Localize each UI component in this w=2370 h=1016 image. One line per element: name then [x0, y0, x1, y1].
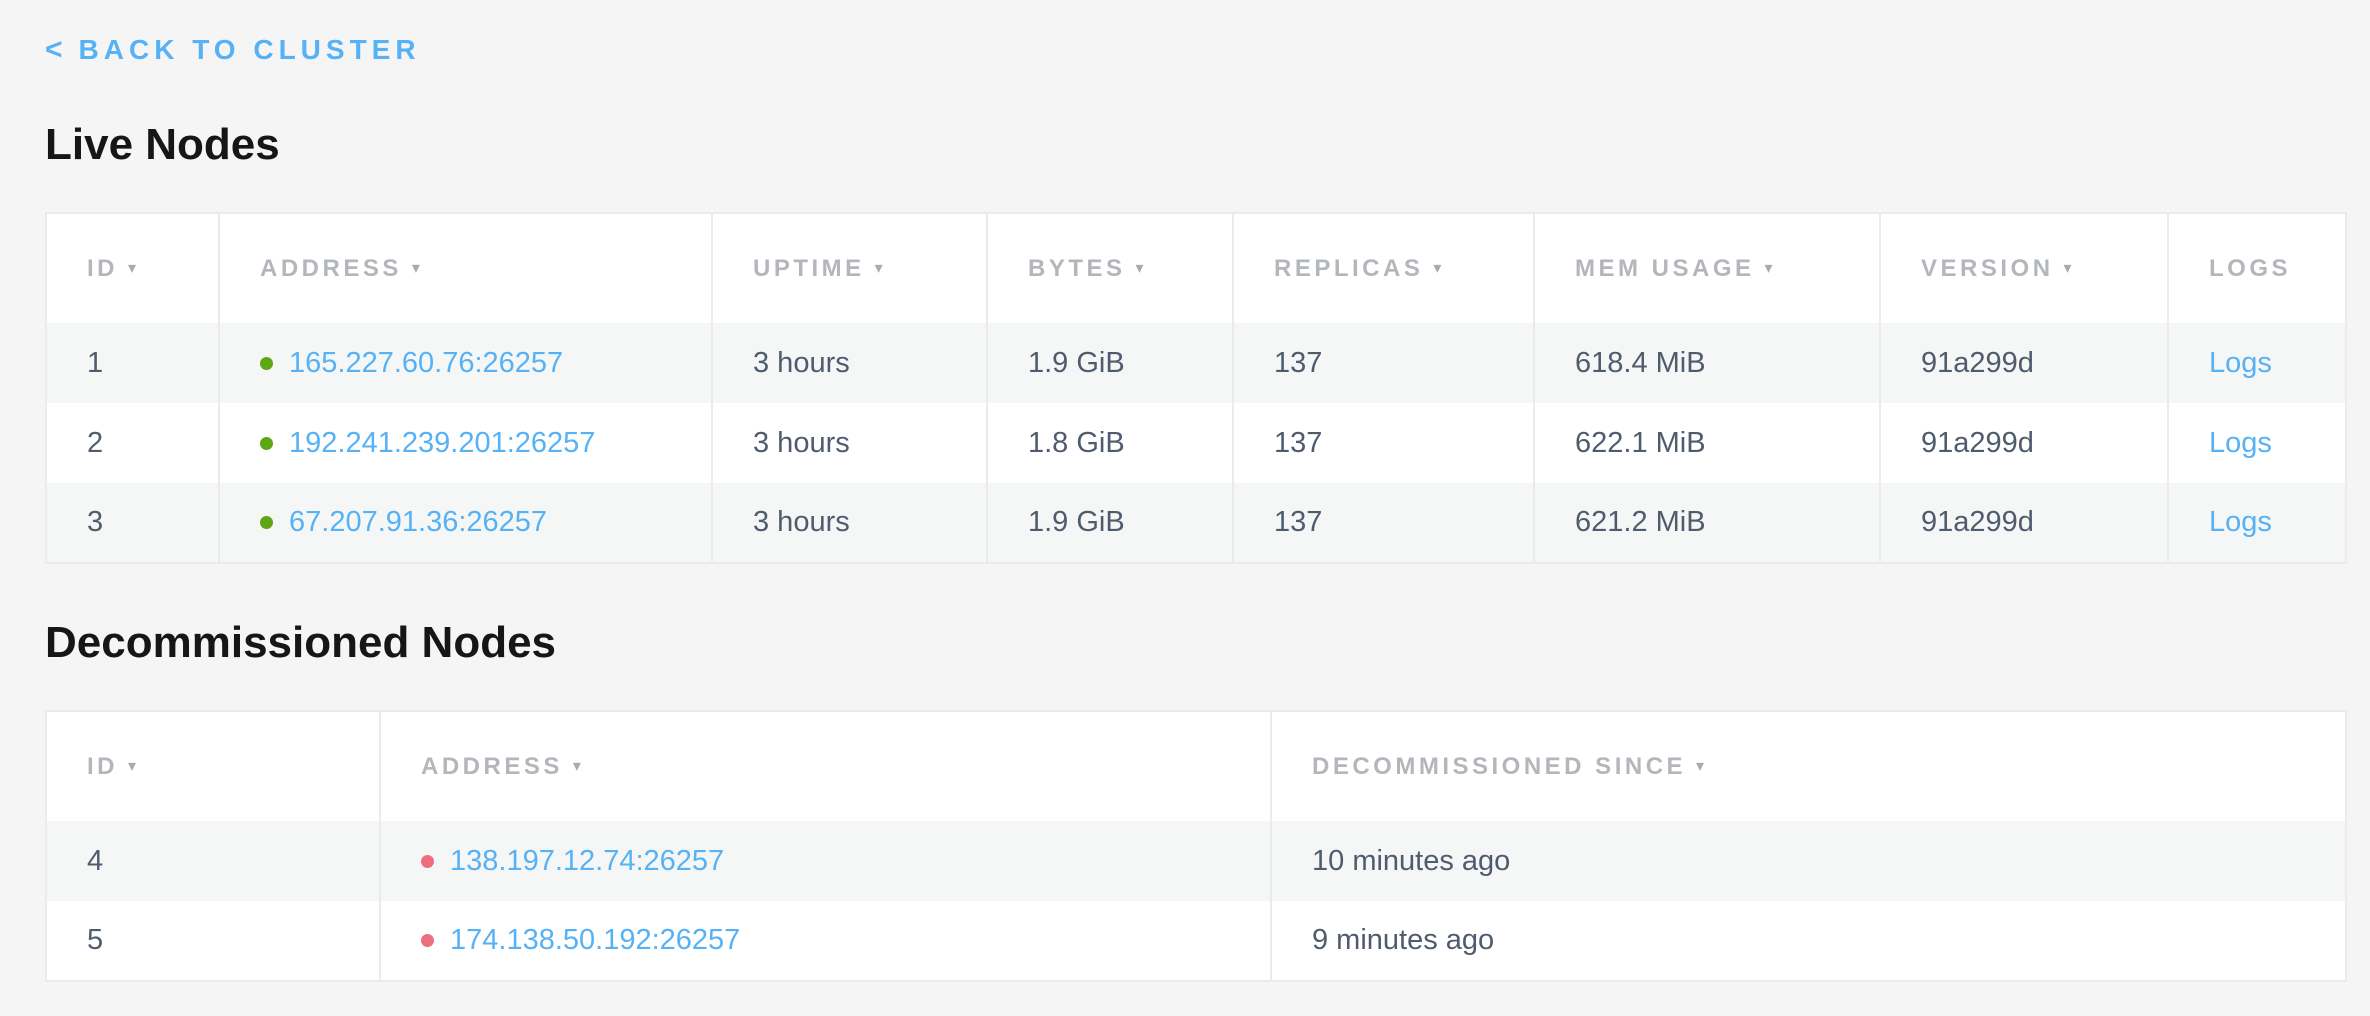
node-address-cell: 165.227.60.76:26257 [219, 323, 712, 403]
sort-arrow-icon: ▾ [875, 260, 883, 277]
live-node-row: 3 67.207.91.36:26257 3 hours 1.9 GiB 137… [46, 483, 2346, 563]
sort-arrow-icon: ▾ [573, 758, 581, 775]
live-node-row: 2 192.241.239.201:26257 3 hours 1.8 GiB … [46, 403, 2346, 483]
node-logs-link[interactable]: Logs [2209, 347, 2272, 379]
back-arrow-icon: < [45, 34, 63, 66]
column-header-decommissioned-since[interactable]: DECOMMISSIONED SINCE ▾ [1271, 711, 2346, 821]
sort-arrow-icon: ▾ [412, 260, 420, 277]
node-address-cell: 67.207.91.36:26257 [219, 483, 712, 563]
node-mem-usage-cell: 618.4 MiB [1534, 323, 1880, 403]
node-address-link[interactable]: 165.227.60.76:26257 [289, 347, 563, 379]
column-header-label: BYTES [1028, 255, 1126, 282]
node-logs-cell: Logs [2168, 323, 2346, 403]
node-address-cell: 192.241.239.201:26257 [219, 403, 712, 483]
node-id-cell: 5 [46, 901, 380, 981]
column-header-label: ID [87, 753, 118, 780]
node-uptime-cell: 3 hours [712, 483, 987, 563]
column-header-label: ADDRESS [260, 255, 402, 282]
column-header-id[interactable]: ID ▾ [46, 711, 380, 821]
back-to-cluster-link[interactable]: < BACK TO CLUSTER [45, 34, 421, 66]
node-address-link[interactable]: 174.138.50.192:26257 [450, 924, 740, 956]
decommissioned-nodes-title: Decommissioned Nodes [45, 618, 2345, 668]
node-version-cell: 91a299d [1880, 483, 2168, 563]
decommissioned-nodes-header-row: ID ▾ ADDRESS ▾ DECOMMISSIONED SINCE ▾ [46, 711, 2346, 821]
sort-arrow-icon: ▾ [1765, 260, 1773, 277]
sort-arrow-icon: ▾ [1696, 758, 1704, 775]
node-uptime-cell: 3 hours [712, 403, 987, 483]
column-header-bytes[interactable]: BYTES ▾ [987, 213, 1233, 323]
column-header-label: ID [87, 255, 118, 282]
sort-arrow-icon: ▾ [1136, 260, 1144, 277]
decommissioned-status-dot-icon [421, 855, 434, 868]
column-header-label: LOGS [2209, 255, 2291, 282]
nodes-page: < BACK TO CLUSTER Live Nodes ID ▾ ADDRESS… [0, 0, 2370, 982]
node-replicas-cell: 137 [1233, 483, 1534, 563]
live-nodes-title: Live Nodes [45, 120, 2345, 170]
node-replicas-cell: 137 [1233, 323, 1534, 403]
decommissioned-status-dot-icon [421, 934, 434, 947]
column-header-id[interactable]: ID ▾ [46, 213, 219, 323]
node-version-cell: 91a299d [1880, 403, 2168, 483]
column-header-version[interactable]: VERSION ▾ [1880, 213, 2168, 323]
decommissioned-node-row: 5 174.138.50.192:26257 9 minutes ago [46, 901, 2346, 981]
column-header-uptime[interactable]: UPTIME ▾ [712, 213, 987, 323]
live-nodes-header-row: ID ▾ ADDRESS ▾ UPTIME ▾ BYTES ▾ REPLICAS ▾ ME… [46, 213, 2346, 323]
column-header-replicas[interactable]: REPLICAS ▾ [1233, 213, 1534, 323]
node-id-cell: 2 [46, 403, 219, 483]
node-bytes-cell: 1.8 GiB [987, 403, 1233, 483]
node-version-cell: 91a299d [1880, 323, 2168, 403]
column-header-address[interactable]: ADDRESS ▾ [380, 711, 1271, 821]
sort-arrow-icon: ▾ [2064, 260, 2072, 277]
back-link-label: BACK TO CLUSTER [79, 34, 421, 66]
node-address-link[interactable]: 138.197.12.74:26257 [450, 845, 724, 877]
node-mem-usage-cell: 621.2 MiB [1534, 483, 1880, 563]
live-status-dot-icon [260, 357, 273, 370]
node-logs-link[interactable]: Logs [2209, 506, 2272, 538]
column-header-label: VERSION [1921, 255, 2054, 282]
column-header-label: DECOMMISSIONED SINCE [1312, 753, 1686, 780]
sort-arrow-icon: ▾ [128, 758, 136, 775]
node-logs-cell: Logs [2168, 403, 2346, 483]
node-address-cell: 138.197.12.74:26257 [380, 821, 1271, 901]
node-mem-usage-cell: 622.1 MiB [1534, 403, 1880, 483]
column-header-logs: LOGS [2168, 213, 2346, 323]
node-decommissioned-since-cell: 9 minutes ago [1271, 901, 2346, 981]
node-address-link[interactable]: 67.207.91.36:26257 [289, 506, 547, 538]
node-address-cell: 174.138.50.192:26257 [380, 901, 1271, 981]
node-logs-link[interactable]: Logs [2209, 427, 2272, 459]
live-nodes-table: ID ▾ ADDRESS ▾ UPTIME ▾ BYTES ▾ REPLICAS ▾ ME… [45, 212, 2347, 564]
node-id-cell: 3 [46, 483, 219, 563]
live-node-row: 1 165.227.60.76:26257 3 hours 1.9 GiB 13… [46, 323, 2346, 403]
column-header-label: REPLICAS [1274, 255, 1423, 282]
node-logs-cell: Logs [2168, 483, 2346, 563]
column-header-label: UPTIME [753, 255, 865, 282]
node-bytes-cell: 1.9 GiB [987, 323, 1233, 403]
node-decommissioned-since-cell: 10 minutes ago [1271, 821, 2346, 901]
node-id-cell: 1 [46, 323, 219, 403]
decommissioned-nodes-table: ID ▾ ADDRESS ▾ DECOMMISSIONED SINCE ▾ 4 138… [45, 710, 2347, 982]
column-header-mem-usage[interactable]: MEM USAGE ▾ [1534, 213, 1880, 323]
node-address-link[interactable]: 192.241.239.201:26257 [289, 427, 595, 459]
live-status-dot-icon [260, 516, 273, 529]
column-header-address[interactable]: ADDRESS ▾ [219, 213, 712, 323]
sort-arrow-icon: ▾ [128, 260, 136, 277]
column-header-label: MEM USAGE [1575, 255, 1755, 282]
node-bytes-cell: 1.9 GiB [987, 483, 1233, 563]
live-status-dot-icon [260, 437, 273, 450]
decommissioned-node-row: 4 138.197.12.74:26257 10 minutes ago [46, 821, 2346, 901]
node-uptime-cell: 3 hours [712, 323, 987, 403]
sort-arrow-icon: ▾ [1433, 260, 1441, 277]
column-header-label: ADDRESS [421, 753, 563, 780]
node-id-cell: 4 [46, 821, 380, 901]
node-replicas-cell: 137 [1233, 403, 1534, 483]
